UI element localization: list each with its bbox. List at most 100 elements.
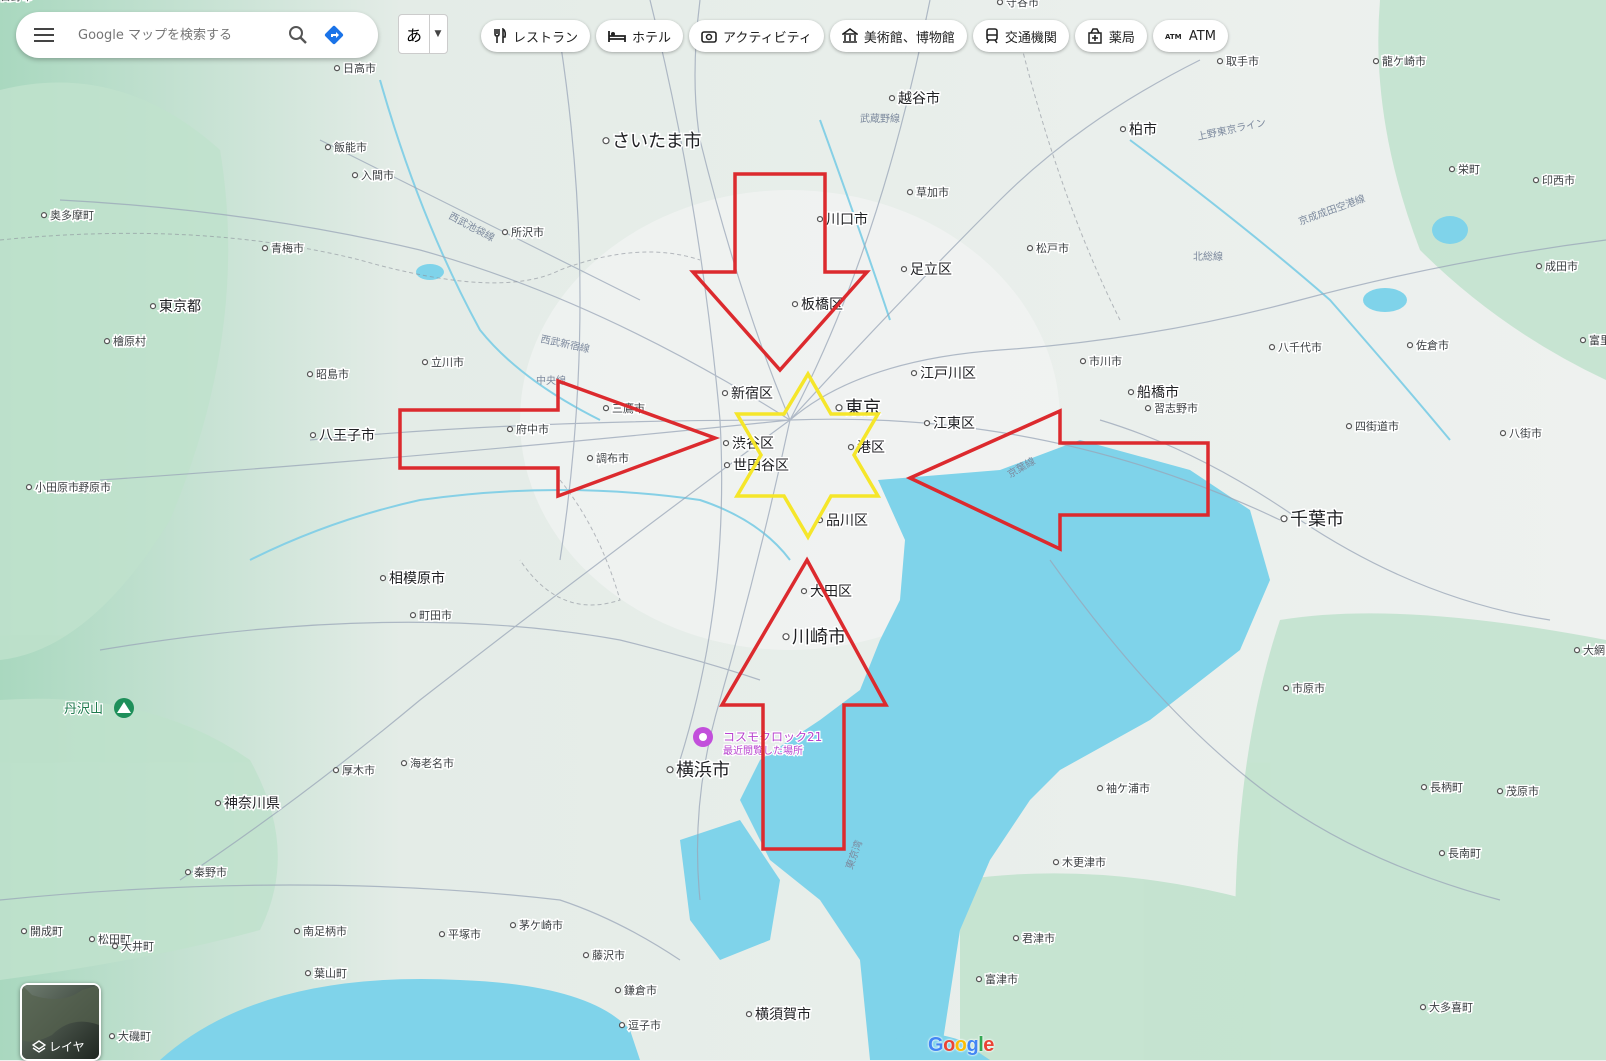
place-label[interactable]: 守谷市	[1005, 0, 1041, 11]
place-label[interactable]: 厚木市	[341, 762, 377, 779]
place-label[interactable]: 栄町	[1457, 161, 1482, 178]
search-icon[interactable]	[280, 15, 316, 55]
place-label[interactable]: 松戸市	[1035, 240, 1071, 257]
place-dot	[184, 869, 192, 876]
place-label[interactable]: 長柄町	[1429, 780, 1465, 796]
place-label[interactable]: 八千代市	[1277, 339, 1324, 356]
place-label[interactable]: 越谷市	[897, 89, 942, 109]
place-label[interactable]: 日野市	[0, 0, 35, 5]
place-label[interactable]: 草加市	[915, 184, 951, 201]
place-label[interactable]: 小田原市	[34, 479, 81, 496]
place-dot	[1579, 337, 1587, 344]
place-label[interactable]: 昭島市	[315, 366, 351, 383]
place-dot	[421, 359, 429, 366]
place-dot	[906, 189, 914, 196]
ime-selector[interactable]: あ ▼	[398, 14, 448, 54]
chip-restaurant[interactable]: レストラン	[481, 20, 591, 52]
chip-pharmacy[interactable]: 薬局	[1074, 20, 1147, 52]
place-label[interactable]: 富里市	[1588, 332, 1606, 349]
place-label[interactable]: 茂原市	[1505, 783, 1541, 800]
place-label[interactable]: 海老名市	[409, 755, 456, 772]
place-label[interactable]: 大多喜町	[1428, 999, 1475, 1016]
place-label[interactable]: 八街市	[1508, 425, 1544, 442]
place-label[interactable]: 袖ケ浦市	[1105, 780, 1152, 797]
place-label[interactable]: 龍ケ崎市	[1381, 53, 1428, 70]
place-label[interactable]: 鎌倉市	[623, 982, 659, 999]
place-label[interactable]: 大井町	[120, 938, 156, 955]
place-label[interactable]: 四街道市	[1354, 418, 1401, 435]
place-label[interactable]: 木更津市	[1061, 854, 1108, 871]
place-label[interactable]: 長南町	[1447, 846, 1483, 862]
place-label[interactable]: 柏市	[1128, 120, 1159, 140]
place-label[interactable]: 町田市	[418, 607, 454, 624]
hamburger-menu-icon[interactable]	[22, 12, 66, 58]
layer-toggle[interactable]: レイヤ	[20, 983, 101, 1061]
place-label[interactable]: 奥多摩町	[49, 207, 96, 224]
chip-transit[interactable]: 交通機関	[972, 20, 1069, 52]
place-label[interactable]: 東京都	[158, 298, 203, 317]
place-label[interactable]: 大磯町	[117, 1028, 153, 1045]
place-label[interactable]: 足立区	[909, 261, 954, 280]
chip-label: 交通機関	[1004, 30, 1057, 46]
place-label[interactable]: 調布市	[595, 450, 631, 467]
place-label[interactable]: 印西市	[1541, 172, 1577, 189]
place-label[interactable]: 開成町	[29, 924, 65, 940]
place-dot	[847, 444, 855, 451]
place-label[interactable]: 世田谷区	[732, 457, 791, 476]
place-label[interactable]: 市原市	[1291, 680, 1327, 697]
chip-label: ATM	[1188, 28, 1216, 44]
place-label[interactable]: 品川区	[825, 512, 870, 531]
place-label[interactable]: 大網白里市	[1582, 642, 1606, 659]
place-label[interactable]: 習志野市	[1153, 400, 1200, 417]
place-label[interactable]: 府中市	[515, 421, 551, 438]
place-label[interactable]: 所沢市	[510, 224, 546, 241]
place-label[interactable]: 川口市	[825, 210, 870, 230]
place-label[interactable]: 日高市	[342, 60, 378, 77]
map-canvas[interactable]: さいたま市越谷市柏市川口市足立区板橋区新宿区東京江戸川区江東区渋谷区世田谷区品川…	[0, 0, 1606, 1060]
place-label[interactable]: 藤沢市	[591, 947, 627, 964]
chip-atm[interactable]: ATM ATM	[1152, 20, 1228, 52]
place-label[interactable]: 富津市	[984, 971, 1020, 988]
place-dot	[1438, 850, 1446, 857]
chip-museum[interactable]: 美術館、博物館	[829, 20, 967, 52]
place-label[interactable]: 佐倉市	[1415, 337, 1451, 354]
place-label[interactable]: 市川市	[1088, 353, 1124, 370]
place-label[interactable]: 青梅市	[270, 240, 306, 257]
place-label[interactable]: 横須賀市	[754, 1005, 813, 1025]
place-label[interactable]: 取手市	[1225, 53, 1261, 70]
directions-icon[interactable]	[316, 15, 352, 55]
place-dot	[25, 484, 33, 491]
place-label[interactable]: 立川市	[430, 354, 466, 371]
chip-label: ホテル	[632, 30, 672, 46]
place-label[interactable]: 川崎市	[791, 626, 848, 650]
place-label[interactable]: 南足柄市	[302, 923, 349, 940]
place-label[interactable]: 横浜市	[675, 759, 732, 783]
place-label[interactable]: 八王子市	[318, 426, 377, 446]
place-label[interactable]: 江東区	[932, 415, 977, 434]
place-label[interactable]: 檜原村	[112, 333, 148, 350]
place-label[interactable]: 飯能市	[333, 139, 369, 156]
place-label[interactable]: 秦野市	[193, 864, 229, 881]
place-label[interactable]: 逗子市	[627, 1017, 663, 1034]
search-input[interactable]	[76, 26, 280, 44]
place-label[interactable]: 平塚市	[447, 926, 483, 943]
chip-hotel[interactable]: ホテル	[596, 20, 684, 52]
place-label[interactable]: 新宿区	[730, 384, 775, 404]
place-label[interactable]: 葉山町	[313, 965, 349, 982]
place-label[interactable]: 船橋市	[1136, 383, 1181, 403]
place-label[interactable]: 神奈川県	[223, 795, 282, 814]
caret-down-icon[interactable]: ▼	[430, 29, 446, 39]
place-label[interactable]: 江戸川区	[919, 365, 978, 384]
place-label[interactable]: 茅ケ崎市	[518, 917, 565, 934]
place-label[interactable]: 大田区	[809, 583, 854, 602]
search-bar[interactable]	[16, 12, 378, 58]
place-label[interactable]: 入間市	[360, 167, 396, 184]
place-label[interactable]: 君津市	[1021, 930, 1057, 947]
chip-activity[interactable]: アクティビティ	[689, 20, 824, 52]
place-label[interactable]: 成田市	[1544, 258, 1580, 275]
place-dot	[1052, 859, 1060, 866]
transit-icon	[986, 28, 998, 44]
place-label[interactable]: 千葉市	[1289, 508, 1346, 532]
place-label[interactable]: 相模原市	[388, 569, 447, 589]
place-label[interactable]: さいたま市	[611, 130, 703, 154]
